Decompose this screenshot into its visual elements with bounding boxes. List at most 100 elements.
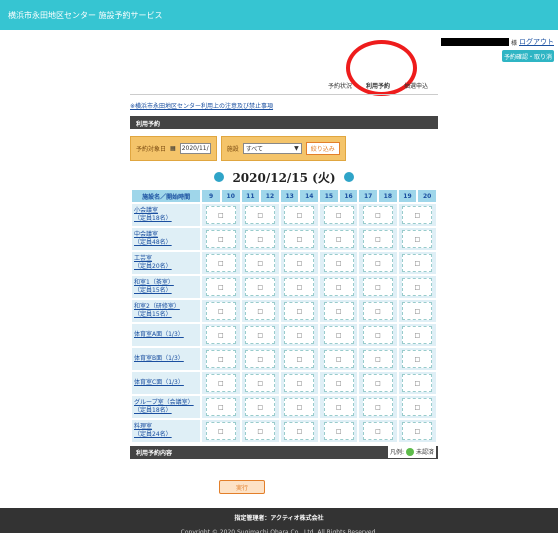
slot-checkbox[interactable]: □ xyxy=(402,206,433,224)
slot-checkbox[interactable]: □ xyxy=(402,422,433,440)
slot-checkbox[interactable]: □ xyxy=(284,350,315,368)
slot-checkbox[interactable]: □ xyxy=(402,350,433,368)
slot-checkbox[interactable]: □ xyxy=(363,302,393,320)
room-name-link[interactable]: 和室2（研修室） （定員15名） xyxy=(132,300,201,322)
chevron-down-icon: ▼ xyxy=(294,145,299,152)
slot-checkbox[interactable]: □ xyxy=(323,206,354,224)
slot-checkbox[interactable]: □ xyxy=(284,302,315,320)
room-name-link[interactable]: 工芸室 （定員20名） xyxy=(132,252,201,274)
slot-checkbox[interactable]: □ xyxy=(205,374,236,392)
slot-checkbox[interactable]: □ xyxy=(284,206,315,224)
slot-checkbox[interactable]: □ xyxy=(245,326,276,344)
tab-status[interactable]: 予約状況 xyxy=(328,81,352,90)
user-bar: 様 ログアウト xyxy=(440,37,554,47)
slot-checkbox[interactable]: □ xyxy=(284,422,315,440)
execute-button[interactable]: 実行 xyxy=(219,480,265,494)
slot-checkbox[interactable]: □ xyxy=(363,254,393,272)
slot-checkbox[interactable]: □ xyxy=(245,278,276,296)
slot-checkbox[interactable]: □ xyxy=(402,374,433,392)
slot-checkbox[interactable]: □ xyxy=(363,422,393,440)
room-name-link[interactable]: 体育室B面（1/3） xyxy=(132,348,201,370)
slot-checkbox[interactable]: □ xyxy=(284,254,315,272)
date-label: 予約対象日 xyxy=(136,146,167,153)
narrow-button[interactable]: 絞り込み xyxy=(305,142,340,155)
room-name-link[interactable]: 小会議室 （定員18名） xyxy=(132,204,201,226)
slot-checkbox[interactable]: □ xyxy=(402,326,433,344)
slot-checkbox[interactable]: □ xyxy=(284,230,315,248)
slot-checkbox[interactable]: □ xyxy=(323,302,354,320)
table-row: 和室1（茶室） （定員15名） □ □ □ □ □ □ xyxy=(132,276,436,298)
slot-checkbox[interactable]: □ xyxy=(205,278,236,296)
table-row: 体育室C面（1/3） □ □ □ □ □ □ xyxy=(132,372,436,394)
prev-day-icon[interactable] xyxy=(214,172,225,182)
slot-checkbox[interactable]: □ xyxy=(363,278,393,296)
slot-checkbox[interactable]: □ xyxy=(245,374,276,392)
slot-cell: □ xyxy=(202,276,240,298)
facility-select[interactable]: すべて ▼ xyxy=(242,143,302,154)
room-name-link[interactable]: 体育室C面（1/3） xyxy=(132,372,201,394)
slot-checkbox[interactable]: □ xyxy=(245,254,276,272)
slot-checkbox[interactable]: □ xyxy=(363,230,393,248)
calendar-icon[interactable]: ▦ xyxy=(170,145,176,152)
slot-checkbox[interactable]: □ xyxy=(323,350,354,368)
slot-checkbox[interactable]: □ xyxy=(245,422,276,440)
room-name-link[interactable]: 中会議室 （定員48名） xyxy=(132,228,201,250)
slot-checkbox[interactable]: □ xyxy=(323,374,354,392)
slot-checkbox[interactable]: □ xyxy=(245,302,276,320)
main-container: 予約状況 利用予約 抽選申込 ※横浜市永田地区センター利用上の注意及び禁止事項 … xyxy=(130,78,438,459)
slot-cell: □ xyxy=(398,300,436,322)
tab-reserve[interactable]: 利用予約 xyxy=(366,81,390,90)
slot-checkbox[interactable]: □ xyxy=(205,230,236,248)
slot-checkbox[interactable]: □ xyxy=(245,398,276,416)
room-name-link[interactable]: 料理室 （定員24名） xyxy=(132,420,201,442)
slot-checkbox[interactable]: □ xyxy=(402,230,433,248)
slot-checkbox[interactable]: □ xyxy=(402,278,433,296)
slot-checkbox[interactable]: □ xyxy=(205,254,236,272)
notice-link[interactable]: ※横浜市永田地区センター利用上の注意及び禁止事項 xyxy=(130,101,438,110)
slot-checkbox[interactable]: □ xyxy=(363,398,393,416)
current-date: 2020/12/15 (火) xyxy=(232,170,336,185)
slot-checkbox[interactable]: □ xyxy=(402,398,433,416)
slot-checkbox[interactable]: □ xyxy=(323,278,354,296)
slot-checkbox[interactable]: □ xyxy=(363,350,393,368)
slot-checkbox[interactable]: □ xyxy=(284,374,315,392)
next-day-icon[interactable] xyxy=(343,172,354,182)
tab-lottery[interactable]: 抽選申込 xyxy=(404,81,428,90)
logout-link[interactable]: ログアウト xyxy=(519,37,554,47)
room-name-link[interactable]: 和室1（茶室） （定員15名） xyxy=(132,276,201,298)
table-row: グループ室（会議室） （定員18名） □ □ □ □ □ □ xyxy=(132,396,436,418)
slot-checkbox[interactable]: □ xyxy=(323,230,354,248)
slot-checkbox[interactable]: □ xyxy=(245,230,276,248)
slot-cell: □ xyxy=(202,324,240,346)
slot-checkbox[interactable]: □ xyxy=(323,326,354,344)
table-row: 中会議室 （定員48名） □ □ □ □ □ □ xyxy=(132,228,436,250)
room-name: 和室1（茶室） xyxy=(134,278,174,286)
slot-checkbox[interactable]: □ xyxy=(363,374,393,392)
slot-checkbox[interactable]: □ xyxy=(245,206,276,224)
room-name-link[interactable]: グループ室（会議室） （定員18名） xyxy=(132,396,201,418)
slot-checkbox[interactable]: □ xyxy=(284,278,315,296)
slot-checkbox[interactable]: □ xyxy=(363,326,393,344)
slot-checkbox[interactable]: □ xyxy=(323,254,354,272)
slot-checkbox[interactable]: □ xyxy=(402,302,433,320)
date-input[interactable]: 2020/11/ xyxy=(179,143,211,154)
confirm-cancel-button[interactable]: 予約確認・取り消 xyxy=(502,50,554,62)
hour-header: 9 xyxy=(202,190,220,202)
slot-checkbox[interactable]: □ xyxy=(284,326,315,344)
slot-checkbox[interactable]: □ xyxy=(205,302,236,320)
slot-checkbox[interactable]: □ xyxy=(245,350,276,368)
slot-checkbox[interactable]: □ xyxy=(323,422,354,440)
section-title: 利用予約 xyxy=(130,116,438,129)
slot-checkbox[interactable]: □ xyxy=(205,398,236,416)
slot-checkbox[interactable]: □ xyxy=(284,398,315,416)
slot-checkbox[interactable]: □ xyxy=(205,422,236,440)
slot-cell: □ xyxy=(320,420,358,442)
slot-checkbox[interactable]: □ xyxy=(205,350,236,368)
slot-checkbox[interactable]: □ xyxy=(402,254,433,272)
slot-checkbox[interactable]: □ xyxy=(205,326,236,344)
slot-checkbox[interactable]: □ xyxy=(363,206,393,224)
slot-checkbox[interactable]: □ xyxy=(205,206,236,224)
room-name-link[interactable]: 体育室A面（1/3） xyxy=(132,324,201,346)
slot-cell: □ xyxy=(398,372,436,394)
slot-checkbox[interactable]: □ xyxy=(323,398,354,416)
